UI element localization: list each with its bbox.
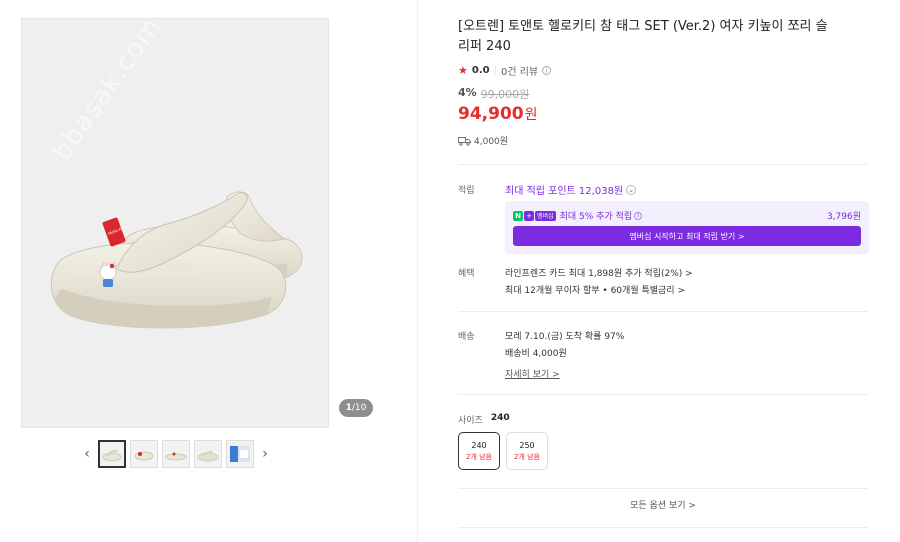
max-reward-text: 최대 적립 포인트 12,038원 [505, 186, 624, 197]
sandal-thumb-icon [165, 452, 187, 461]
start-membership-button[interactable]: 멤버십 시작하고 최대 적립 받기 > [513, 226, 861, 246]
size-value: 240 [471, 440, 487, 450]
rating-score: 0.0 [471, 65, 490, 76]
image-counter: 1/10 [339, 399, 373, 417]
delivery-details-link[interactable]: 자세히 보기 > [505, 367, 560, 380]
sandal-thumb-icon [102, 449, 122, 462]
shipping-fee-row: 4,000원 [458, 134, 508, 147]
thumbnail-3[interactable] [162, 440, 190, 468]
reward-label: 적립 [458, 186, 475, 196]
section-divider [458, 488, 868, 489]
info-icon[interactable]: i [542, 66, 552, 75]
membership-badge: 멤버십 [535, 210, 556, 221]
price-unit: 원 [524, 107, 538, 123]
sale-price-value: 94,900 [458, 104, 524, 124]
size-option-240[interactable]: 240 2개 남음 [458, 432, 500, 470]
info-icon[interactable]: i [634, 211, 643, 220]
installment-benefit-link[interactable]: 최대 12개월 무이자 할부 • 60개월 특별금리 > [505, 283, 685, 296]
sandal-thumb-icon [134, 451, 154, 461]
main-product-image[interactable]: Hello Kitty bbasak.com [21, 18, 329, 428]
sandal-thumb-icon [197, 450, 219, 462]
product-gallery: Hello Kitty bbasak.com 1/10 ‹ › [0, 0, 418, 542]
shipping-fee: 4,000원 [474, 137, 509, 147]
thumb-prev-icon[interactable]: ‹ [80, 439, 94, 469]
delivery-label: 배송 [458, 332, 475, 342]
section-divider [458, 394, 868, 395]
benefit-label: 혜택 [458, 269, 475, 279]
thumbnail-1[interactable] [98, 440, 126, 468]
naver-n-icon: N [513, 210, 523, 221]
delivery-fee: 배송비 4,000원 [505, 349, 567, 359]
product-title: [오트렌] 토앤토 헬로키티 참 태그 SET (Ver.2) 여자 키높이 쪼… [458, 19, 828, 54]
size-label: 사이즈 [458, 416, 483, 426]
thumbnail-5[interactable] [226, 440, 254, 468]
thumb-next-icon[interactable]: › [258, 439, 272, 469]
section-divider [458, 527, 868, 528]
truck-icon [458, 136, 471, 146]
membership-text: 최대 5% 추가 적립 [559, 212, 633, 222]
star-icon: ★ [458, 64, 468, 77]
divider: | [493, 65, 497, 76]
delivery-estimate: 모레 7.10.(금) 도착 확률 97% [505, 332, 625, 342]
original-price: 99,000원 [480, 88, 530, 101]
sale-price: 94,900원 [458, 104, 538, 124]
review-count-link[interactable]: 0건 리뷰 [501, 63, 538, 78]
all-options-link[interactable]: 모든 옵션 보기 > [458, 498, 868, 511]
membership-row: N + 멤버십 최대 5% 추가 적립 i 3,796원 [513, 209, 861, 222]
plus-icon: + [524, 210, 534, 221]
discount-rate: 4% [458, 86, 477, 99]
max-reward-toggle[interactable]: 최대 적립 포인트 12,038원 ⌄ [505, 182, 637, 197]
size-stock: 2개 남음 [514, 452, 540, 461]
thumbnail-2[interactable] [130, 440, 158, 468]
section-divider [458, 164, 868, 165]
rating-row: ★ 0.0 | 0건 리뷰 i [458, 63, 552, 78]
chevron-down-icon: ⌄ [626, 184, 637, 195]
thumbnail-strip: ‹ › [80, 438, 272, 470]
size-label-row: 사이즈 240 [458, 413, 510, 426]
size-stock: 2개 남음 [466, 452, 492, 461]
selected-size: 240 [490, 413, 510, 423]
thumbnail-4[interactable] [194, 440, 222, 468]
discount-row: 4% 99,000원 [458, 86, 529, 102]
size-value: 250 [519, 440, 535, 450]
size-option-250[interactable]: 250 2개 남음 [506, 432, 548, 470]
sandal-illustration: Hello Kitty [50, 191, 303, 329]
membership-amount: 3,796원 [826, 212, 861, 222]
image-counter-total: /10 [351, 403, 367, 413]
section-divider [458, 311, 868, 312]
membership-box: N + 멤버십 최대 5% 추가 적립 i 3,796원 멤버십 시작하고 최대… [505, 201, 869, 254]
card-benefit-link[interactable]: 라인프렌즈 카드 최대 1,898원 추가 적립(2%) > [505, 266, 693, 279]
box-thumb-icon [230, 446, 250, 462]
